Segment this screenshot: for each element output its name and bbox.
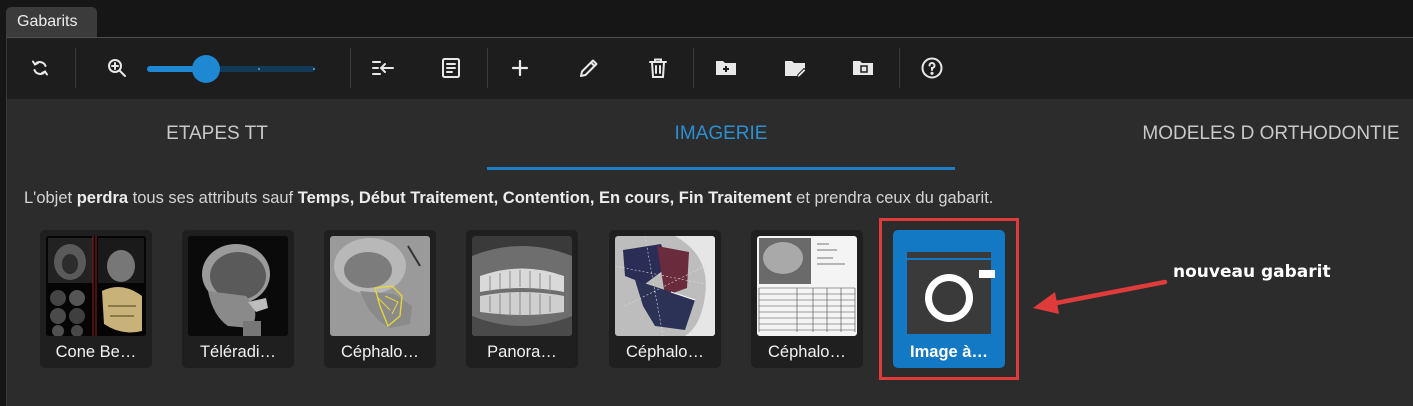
gabarits-panel: ETAPES TT IMAGERIE MODELES D ORTHODONTIE… — [6, 37, 1413, 406]
cone-beam-thumbnail — [46, 236, 146, 336]
new-template-highlight-box — [879, 218, 1019, 380]
tab-modeles-orthodontie[interactable]: MODELES D ORTHODONTIE — [1129, 99, 1413, 169]
info-message: L'objet perdra tous ses attributs sauf T… — [24, 189, 994, 207]
template-card[interactable]: Cone Be… — [40, 230, 152, 368]
collapse-list-icon[interactable] — [370, 55, 396, 81]
template-label: Téléradi… — [199, 343, 277, 361]
cephalometry-analysis-thumbnail — [615, 236, 715, 336]
help-icon[interactable] — [919, 55, 945, 81]
window-tab-gabarits[interactable]: Gabarits — [6, 7, 97, 37]
template-label: Céphalo… — [626, 343, 704, 361]
template-label: Céphalo… — [768, 343, 846, 361]
edit-icon[interactable] — [576, 55, 602, 81]
template-label: Céphalo… — [341, 343, 419, 361]
annotation-arrow-icon — [1033, 279, 1168, 314]
rename-folder-icon[interactable] — [782, 55, 808, 81]
new-folder-icon[interactable] — [713, 55, 739, 81]
toolbar — [7, 38, 1413, 99]
template-label: Panora… — [487, 343, 557, 361]
delete-icon[interactable] — [645, 55, 671, 81]
template-label: Cone Be… — [55, 343, 137, 361]
template-card[interactable]: Céphalo… — [324, 230, 436, 368]
panoramic-thumbnail — [472, 236, 572, 336]
zoom-slider[interactable] — [147, 55, 315, 83]
tab-etapes-tt[interactable]: ETAPES TT — [107, 99, 327, 169]
template-card[interactable]: Céphalo… — [751, 230, 863, 368]
template-card[interactable]: Téléradi… — [182, 230, 294, 368]
teleradiography-thumbnail — [188, 236, 288, 336]
template-card[interactable]: Panora… — [466, 230, 578, 368]
template-card[interactable]: Céphalo… — [609, 230, 721, 368]
active-tab-indicator — [487, 167, 955, 170]
zoom-slider-handle[interactable] — [192, 55, 220, 83]
zoom-icon[interactable] — [104, 55, 130, 81]
cephalometry-report-thumbnail — [757, 236, 857, 336]
folder-image-icon[interactable] — [850, 55, 876, 81]
cephalometry-thumbnail — [330, 236, 430, 336]
tab-imagerie[interactable]: IMAGERIE — [487, 99, 955, 169]
category-tabs: ETAPES TT IMAGERIE MODELES D ORTHODONTIE — [7, 99, 1413, 169]
annotation-label: nouveau gabarit — [1173, 262, 1331, 282]
add-icon[interactable] — [507, 55, 533, 81]
refresh-icon[interactable] — [27, 55, 53, 81]
details-icon[interactable] — [438, 55, 464, 81]
